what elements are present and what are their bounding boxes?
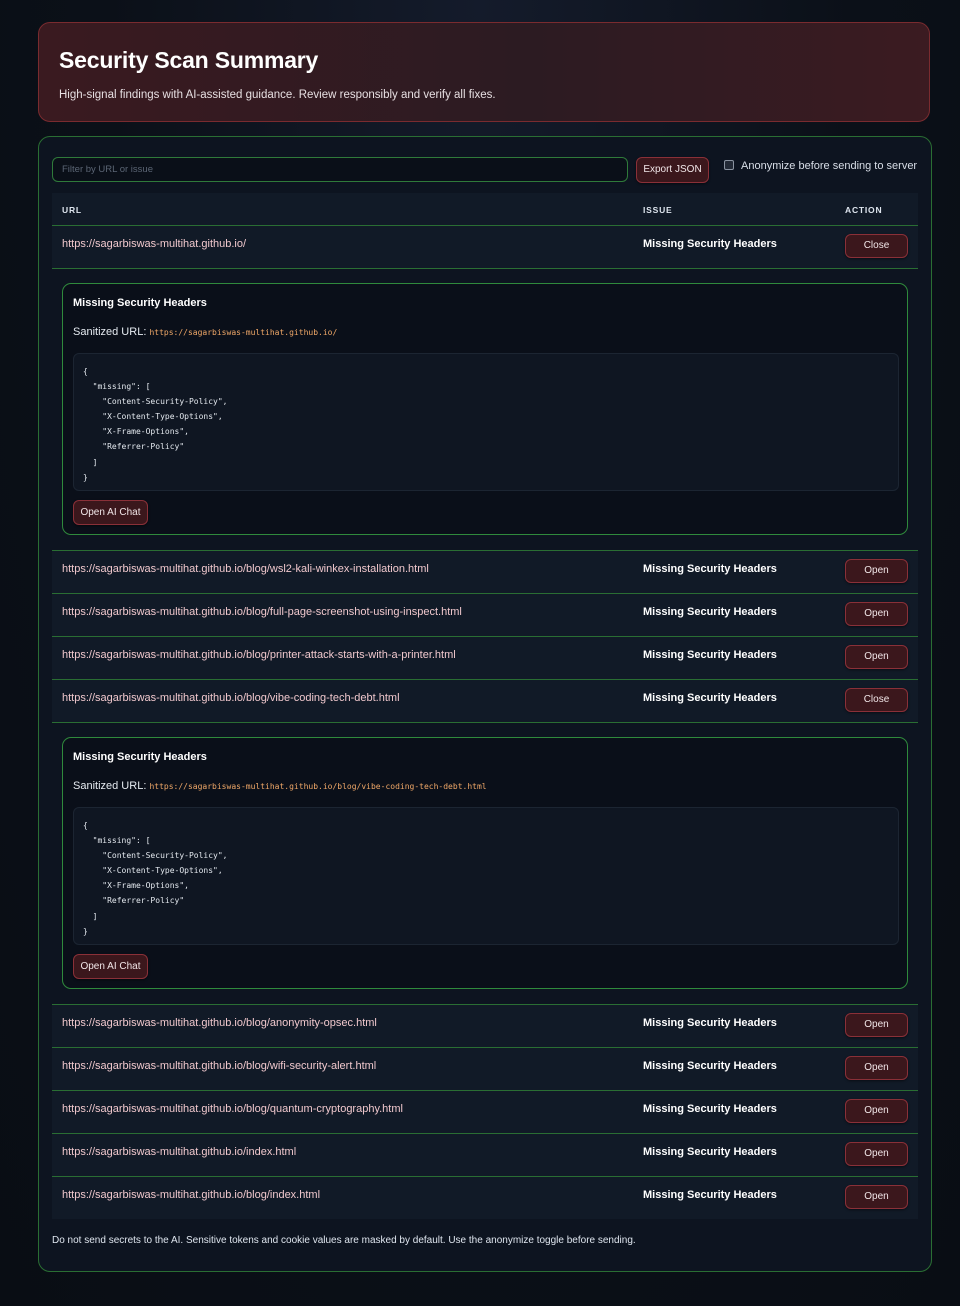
table-header: URL ISSUE ACTION [52, 193, 918, 226]
row-toggle-button[interactable]: Open [845, 1142, 908, 1166]
table-row: https://sagarbiswas-multihat.github.io/ … [52, 226, 918, 269]
table-row: https://sagarbiswas-multihat.github.io/b… [52, 1177, 918, 1219]
row-url: https://sagarbiswas-multihat.github.io/b… [62, 649, 456, 661]
row-issue: Missing Security Headers [643, 1017, 777, 1029]
row-url: https://sagarbiswas-multihat.github.io/b… [62, 1060, 377, 1072]
row-url: https://sagarbiswas-multihat.github.io/i… [62, 1146, 297, 1158]
row-issue: Missing Security Headers [643, 649, 777, 661]
sanitized-url: https://sagarbiswas-multihat.github.io/ [149, 328, 338, 337]
row-url: https://sagarbiswas-multihat.github.io/ [62, 238, 247, 250]
table-row: https://sagarbiswas-multihat.github.io/b… [52, 1048, 918, 1091]
filter-input[interactable] [52, 157, 628, 182]
anonymize-checkbox[interactable] [724, 160, 734, 170]
row-url: https://sagarbiswas-multihat.github.io/b… [62, 1017, 377, 1029]
table-row: https://sagarbiswas-multihat.github.io/b… [52, 551, 918, 594]
column-header-url: URL [62, 205, 82, 215]
table-row: https://sagarbiswas-multihat.github.io/b… [52, 1091, 918, 1134]
row-toggle-button[interactable]: Close [845, 234, 908, 258]
open-ai-chat-button[interactable]: Open AI Chat [73, 500, 148, 525]
row-toggle-button[interactable]: Open [845, 1056, 908, 1080]
sanitized-url: https://sagarbiswas-multihat.github.io/b… [149, 782, 487, 791]
privacy-note: Do not send secrets to the AI. Sensitive… [52, 1235, 636, 1246]
row-url: https://sagarbiswas-multihat.github.io/b… [62, 563, 429, 575]
table-row: https://sagarbiswas-multihat.github.io/b… [52, 637, 918, 680]
column-header-action: ACTION [845, 205, 883, 215]
finding-title: Missing Security Headers [73, 751, 207, 763]
finding-detail: Missing Security Headers Sanitized URL: … [52, 269, 918, 551]
open-ai-chat-button[interactable]: Open AI Chat [73, 954, 148, 979]
row-toggle-button[interactable]: Open [845, 645, 908, 669]
anonymize-toggle[interactable]: Anonymize before sending to server [724, 160, 917, 172]
row-url: https://sagarbiswas-multihat.github.io/b… [62, 1103, 403, 1115]
row-url: https://sagarbiswas-multihat.github.io/b… [62, 692, 400, 704]
finding-title: Missing Security Headers [73, 297, 207, 309]
finding-json: { "missing": [ "Content-Security-Policy"… [73, 807, 899, 945]
finding-json: { "missing": [ "Content-Security-Policy"… [73, 353, 899, 491]
finding-card: Missing Security Headers Sanitized URL: … [62, 737, 908, 989]
page-subtitle: High-signal findings with AI-assisted gu… [59, 89, 496, 101]
summary-header: Security Scan Summary High-signal findin… [38, 22, 930, 122]
row-issue: Missing Security Headers [643, 1146, 777, 1158]
table-row: https://sagarbiswas-multihat.github.io/b… [52, 680, 918, 723]
findings-table: URL ISSUE ACTION https://sagarbiswas-mul… [52, 193, 918, 1219]
row-toggle-button[interactable]: Open [845, 559, 908, 583]
table-row: https://sagarbiswas-multihat.github.io/b… [52, 594, 918, 637]
row-toggle-button[interactable]: Close [845, 688, 908, 712]
row-toggle-button[interactable]: Open [845, 602, 908, 626]
row-issue: Missing Security Headers [643, 606, 777, 618]
export-json-button[interactable]: Export JSON [636, 157, 709, 183]
table-row: https://sagarbiswas-multihat.github.io/i… [52, 1134, 918, 1177]
page-title: Security Scan Summary [59, 47, 319, 73]
row-issue: Missing Security Headers [643, 563, 777, 575]
row-issue: Missing Security Headers [643, 1103, 777, 1115]
finding-detail: Missing Security Headers Sanitized URL: … [52, 723, 918, 1005]
sanitized-url-line: Sanitized URL: https://sagarbiswas-multi… [73, 326, 337, 338]
row-issue: Missing Security Headers [643, 238, 777, 250]
sanitized-url-label: Sanitized URL: [73, 780, 147, 792]
row-issue: Missing Security Headers [643, 692, 777, 704]
sanitized-url-line: Sanitized URL: https://sagarbiswas-multi… [73, 780, 487, 792]
row-toggle-button[interactable]: Open [845, 1013, 908, 1037]
toolbar: Export JSON Anonymize before sending to … [52, 157, 922, 183]
row-issue: Missing Security Headers [643, 1060, 777, 1072]
row-url: https://sagarbiswas-multihat.github.io/b… [62, 606, 462, 618]
sanitized-url-label: Sanitized URL: [73, 326, 147, 338]
results-panel: Export JSON Anonymize before sending to … [38, 136, 932, 1272]
row-toggle-button[interactable]: Open [845, 1099, 908, 1123]
anonymize-label: Anonymize before sending to server [741, 160, 918, 172]
row-toggle-button[interactable]: Open [845, 1185, 908, 1209]
column-header-issue: ISSUE [643, 205, 673, 215]
row-url: https://sagarbiswas-multihat.github.io/b… [62, 1189, 321, 1201]
row-issue: Missing Security Headers [643, 1189, 777, 1201]
finding-card: Missing Security Headers Sanitized URL: … [62, 283, 908, 535]
table-row: https://sagarbiswas-multihat.github.io/b… [52, 1005, 918, 1048]
